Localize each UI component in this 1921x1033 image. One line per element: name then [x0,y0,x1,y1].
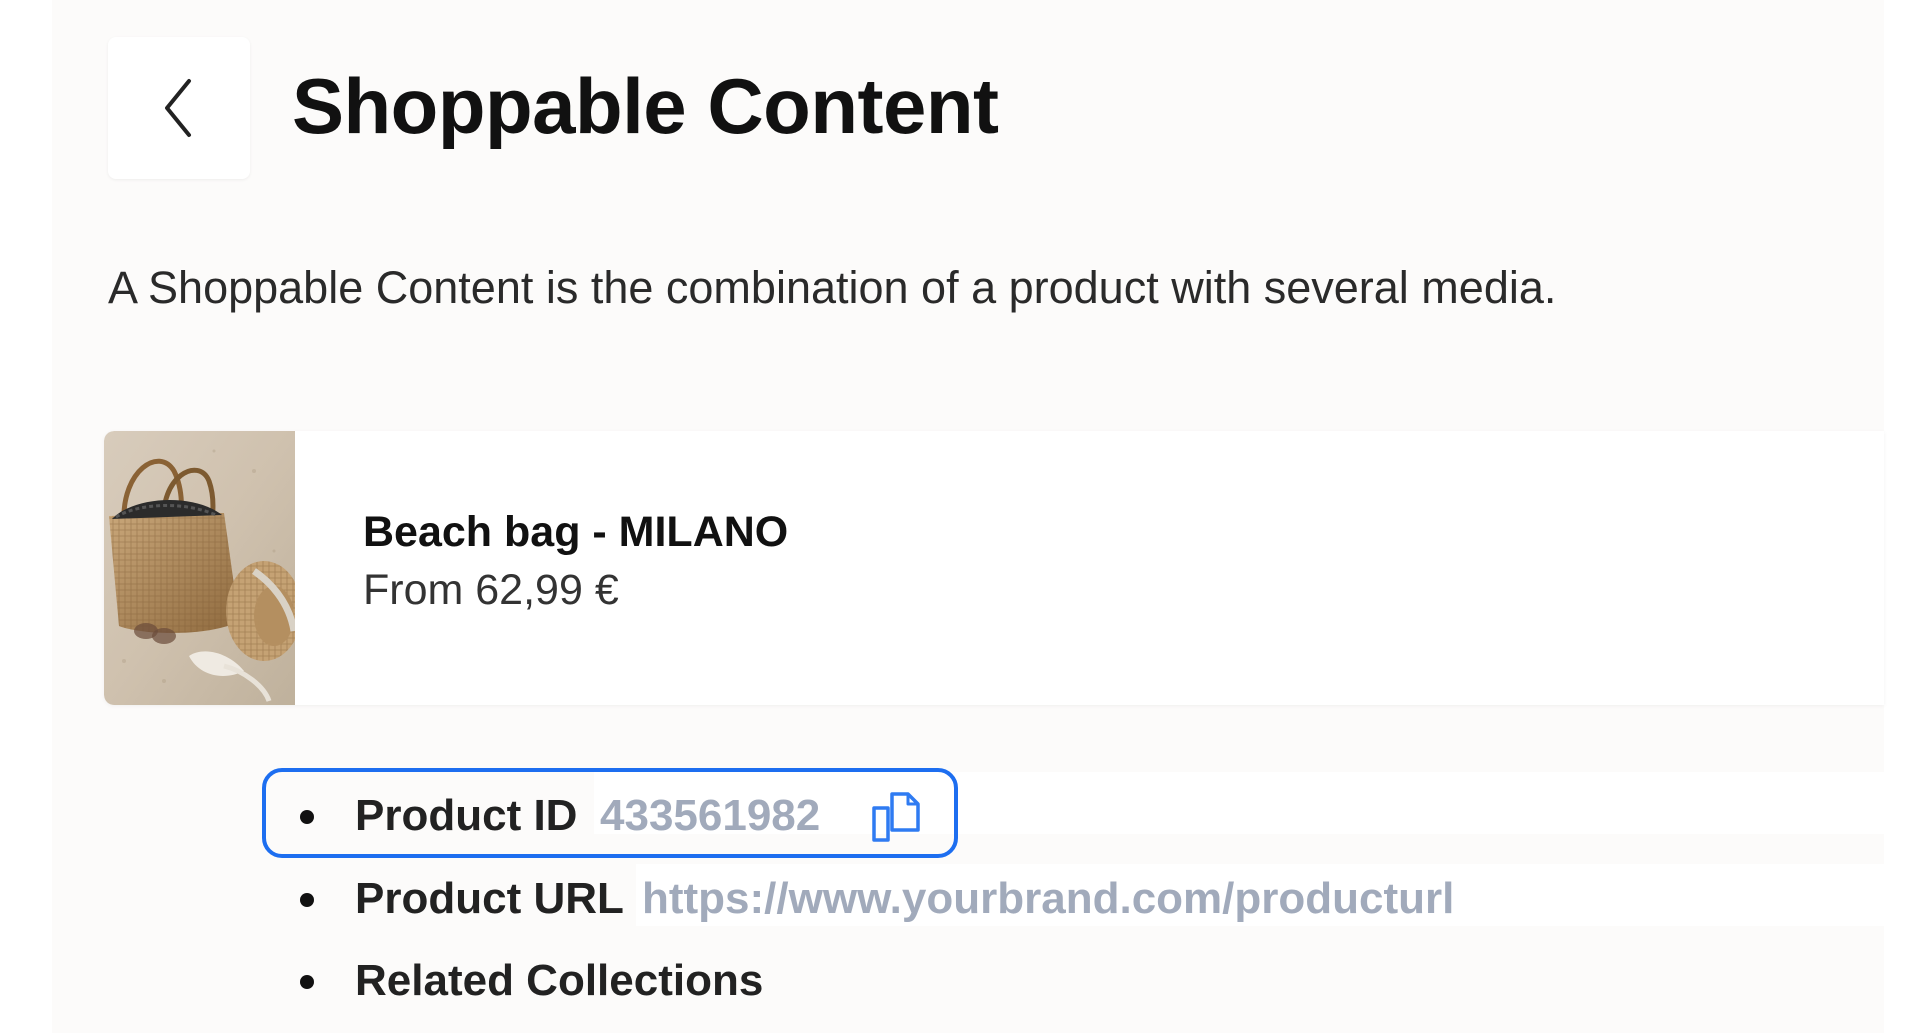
bullet [300,975,314,989]
product-id-highlight [262,768,958,858]
product-name: Beach bag - MILANO [363,508,789,556]
product-price: From 62,99 € [363,566,619,614]
product-card[interactable]: Beach bag - MILANO From 62,99 € [104,431,1884,705]
product-url-label: Product URL [355,874,624,923]
chevron-left-icon [165,79,191,137]
copy-icon[interactable] [868,790,926,844]
bullet [300,893,314,907]
page-title: Shoppable Content [292,62,999,150]
related-collections-label: Related Collections [355,956,764,1005]
beach-bag-photo [104,431,295,705]
back-button[interactable] [108,37,250,179]
page-description: A Shoppable Content is the combination o… [108,262,1557,313]
product-image [104,431,295,705]
product-url-link[interactable]: https://www.yourbrand.com/producturl [642,869,1454,929]
